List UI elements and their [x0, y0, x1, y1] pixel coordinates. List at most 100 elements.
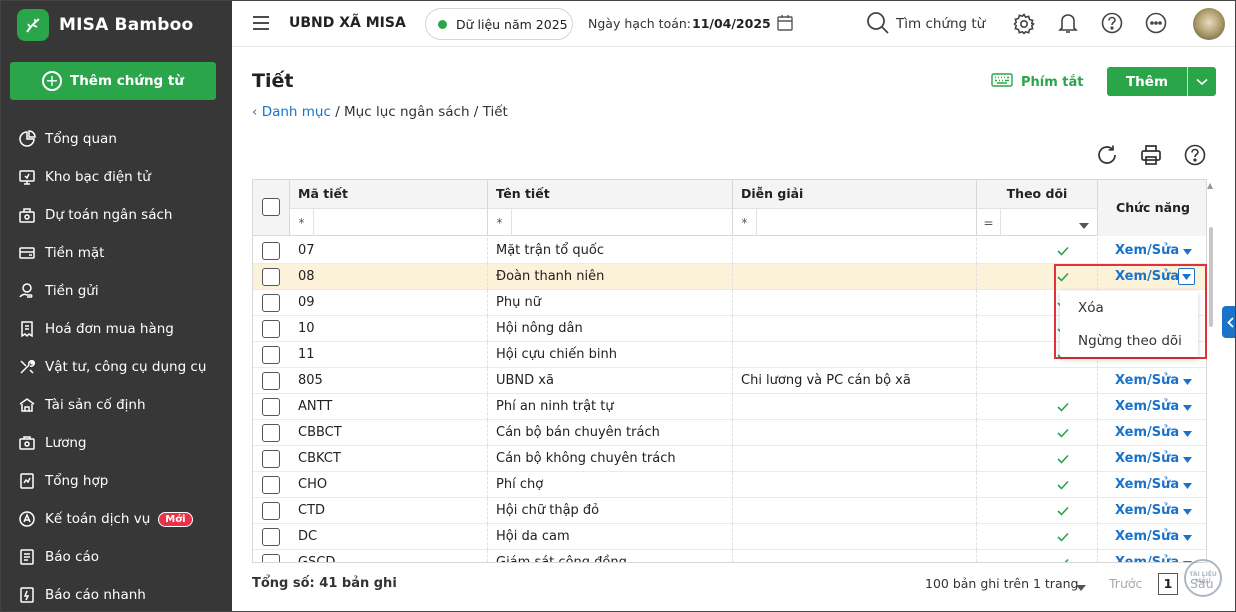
gear-icon[interactable]	[1013, 13, 1036, 39]
view-edit-link[interactable]: Xem/Sửa	[1115, 420, 1179, 446]
search-icon[interactable]	[866, 11, 890, 39]
breadcrumb-back-link[interactable]: ‹ Danh mục	[252, 104, 331, 120]
row-checkbox[interactable]	[262, 528, 280, 546]
row-action-dropdown[interactable]	[1183, 530, 1192, 545]
add-dropdown-button[interactable]	[1188, 78, 1216, 86]
row-checkbox[interactable]	[262, 372, 280, 390]
side-panel-toggle[interactable]	[1222, 306, 1235, 338]
view-edit-link[interactable]: Xem/Sửa	[1115, 472, 1179, 498]
filter-name-input[interactable]: *	[488, 208, 733, 236]
column-header-desc[interactable]: Diễn giải	[733, 180, 977, 208]
row-checkbox[interactable]	[262, 294, 280, 312]
organization-name[interactable]: UBND XÃ MISA	[289, 15, 406, 31]
user-avatar[interactable]	[1193, 8, 1225, 40]
row-action-dropdown[interactable]	[1183, 478, 1192, 493]
add-button[interactable]: Thêm	[1107, 74, 1187, 90]
prev-page-button[interactable]: Trước	[1109, 576, 1142, 591]
add-voucher-button[interactable]: + Thêm chứng từ	[10, 62, 216, 100]
current-page[interactable]: 1	[1158, 573, 1178, 595]
view-edit-link[interactable]: Xem/Sửa	[1115, 550, 1179, 562]
filter-operator[interactable]: *	[733, 209, 757, 236]
filter-operator[interactable]: *	[488, 209, 512, 236]
row-checkbox[interactable]	[262, 242, 280, 260]
shortcut-button[interactable]: Phím tắt	[991, 73, 1084, 91]
view-edit-link[interactable]: Xem/Sửa	[1115, 446, 1179, 472]
row-checkbox[interactable]	[262, 398, 280, 416]
view-edit-link[interactable]: Xem/Sửa	[1115, 498, 1179, 524]
sidebar-item-tong-hop[interactable]: Tổng hợp	[1, 462, 232, 500]
refresh-icon[interactable]	[1096, 144, 1118, 170]
table-row[interactable]: DC Hội da cam Xem/Sửa	[253, 524, 1206, 550]
row-action-dropdown[interactable]	[1183, 504, 1192, 519]
sidebar-item-vat-tu[interactable]: Vật tư, công cụ dụng cụ	[1, 348, 232, 386]
help-icon[interactable]	[1101, 12, 1123, 38]
sidebar-item-tai-san[interactable]: Tài sản cố định	[1, 386, 232, 424]
table-row[interactable]: GSCD Giám sát cộng đồng Xem/Sửa	[253, 550, 1206, 562]
table-row[interactable]: CBBCT Cán bộ bán chuyên trách Xem/Sửa	[253, 420, 1206, 446]
sidebar-item-tong-quan[interactable]: Tổng quan	[1, 120, 232, 158]
row-checkbox[interactable]	[262, 268, 280, 286]
data-year-label: Dữ liệu năm 2025	[456, 16, 568, 32]
sidebar-item-ke-toan-dich-vu[interactable]: Kế toán dịch vụ Mới	[1, 500, 232, 538]
table-row[interactable]: CBKCT Cán bộ không chuyên trách Xem/Sửa	[253, 446, 1206, 472]
row-checkbox[interactable]	[262, 554, 280, 562]
menu-item-stop-tracking[interactable]: Ngừng theo dõi	[1078, 333, 1182, 349]
column-header-code[interactable]: Mã tiết	[290, 180, 488, 208]
row-checkbox[interactable]	[262, 450, 280, 468]
filter-desc-input[interactable]: *	[733, 208, 977, 236]
row-action-dropdown[interactable]	[1183, 426, 1192, 441]
page-size-selector[interactable]: 100 bản ghi trên 1 trang	[925, 576, 1078, 591]
row-action-dropdown[interactable]	[1183, 400, 1192, 415]
filter-operator[interactable]: *	[290, 209, 314, 236]
sidebar-item-luong[interactable]: Lương	[1, 424, 232, 462]
table-row[interactable]: ANTT Phí an ninh trật tự Xem/Sửa	[253, 394, 1206, 420]
row-action-dropdown[interactable]	[1183, 374, 1192, 389]
more-options-icon[interactable]	[1145, 12, 1167, 38]
sidebar-item-label: Tiền gửi	[45, 283, 99, 299]
row-action-dropdown[interactable]	[1183, 244, 1192, 259]
print-icon[interactable]	[1140, 144, 1162, 170]
scroll-up-arrow[interactable]: ▲	[1207, 181, 1213, 190]
sidebar-item-du-toan[interactable]: Dự toán ngân sách	[1, 196, 232, 234]
bell-icon[interactable]	[1058, 12, 1078, 38]
row-checkbox[interactable]	[262, 502, 280, 520]
filter-operator[interactable]: =	[977, 209, 1001, 236]
column-header-name[interactable]: Tên tiết	[488, 180, 733, 208]
table-row[interactable]: CHO Phí chợ Xem/Sửa	[253, 472, 1206, 498]
sidebar-item-hoa-don[interactable]: Hoá đơn mua hàng	[1, 310, 232, 348]
cell-name: Cán bộ không chuyên trách	[488, 446, 733, 472]
filter-track-select[interactable]: =	[977, 208, 1098, 236]
view-edit-link[interactable]: Xem/Sửa	[1115, 238, 1179, 264]
sidebar-item-kho-bac[interactable]: Kho bạc điện tử	[1, 158, 232, 196]
row-checkbox[interactable]	[262, 424, 280, 442]
table-row[interactable]: CTD Hội chữ thập đỏ Xem/Sửa	[253, 498, 1206, 524]
sidebar-item-label: Hoá đơn mua hàng	[45, 321, 174, 337]
help-icon[interactable]	[1184, 144, 1206, 170]
filter-code-input[interactable]: *	[290, 208, 488, 236]
table-row[interactable]: 805 UBND xã Chi lương và PC cán bộ xã Xem/S…	[253, 368, 1206, 394]
menu-item-delete[interactable]: Xóa	[1078, 300, 1104, 316]
view-edit-link[interactable]: Xem/Sửa	[1115, 368, 1179, 394]
sidebar-item-tien-gui[interactable]: Tiền gửi	[1, 272, 232, 310]
search-voucher-button[interactable]: Tìm chứng từ	[896, 16, 985, 32]
column-header-track[interactable]: Theo dõi	[977, 180, 1098, 208]
sidebar-item-bao-cao-nhanh[interactable]: Báo cáo nhanh	[1, 576, 232, 611]
row-checkbox[interactable]	[262, 320, 280, 338]
row-action-dropdown[interactable]	[1183, 452, 1192, 467]
hamburger-menu-icon[interactable]	[252, 15, 270, 35]
calendar-icon[interactable]	[776, 14, 794, 36]
row-checkbox[interactable]	[262, 476, 280, 494]
row-checkbox[interactable]	[262, 346, 280, 364]
checkmark-icon	[1029, 238, 1097, 264]
caret-down-icon	[1183, 431, 1192, 437]
caret-down-icon[interactable]	[1076, 580, 1086, 595]
vertical-scrollbar[interactable]	[1209, 227, 1213, 327]
view-edit-link[interactable]: Xem/Sửa	[1115, 524, 1179, 550]
data-year-selector[interactable]: Dữ liệu năm 2025	[425, 8, 573, 40]
sidebar-item-bao-cao[interactable]: Báo cáo	[1, 538, 232, 576]
table-row[interactable]: 07 Mặt trận tổ quốc Xem/Sửa	[253, 238, 1206, 264]
accounting-date-value[interactable]: 11/04/2025	[692, 16, 771, 31]
brand[interactable]: MISA Bamboo	[17, 9, 193, 41]
sidebar-item-tien-mat[interactable]: Tiền mặt	[1, 234, 232, 272]
view-edit-link[interactable]: Xem/Sửa	[1115, 394, 1179, 420]
